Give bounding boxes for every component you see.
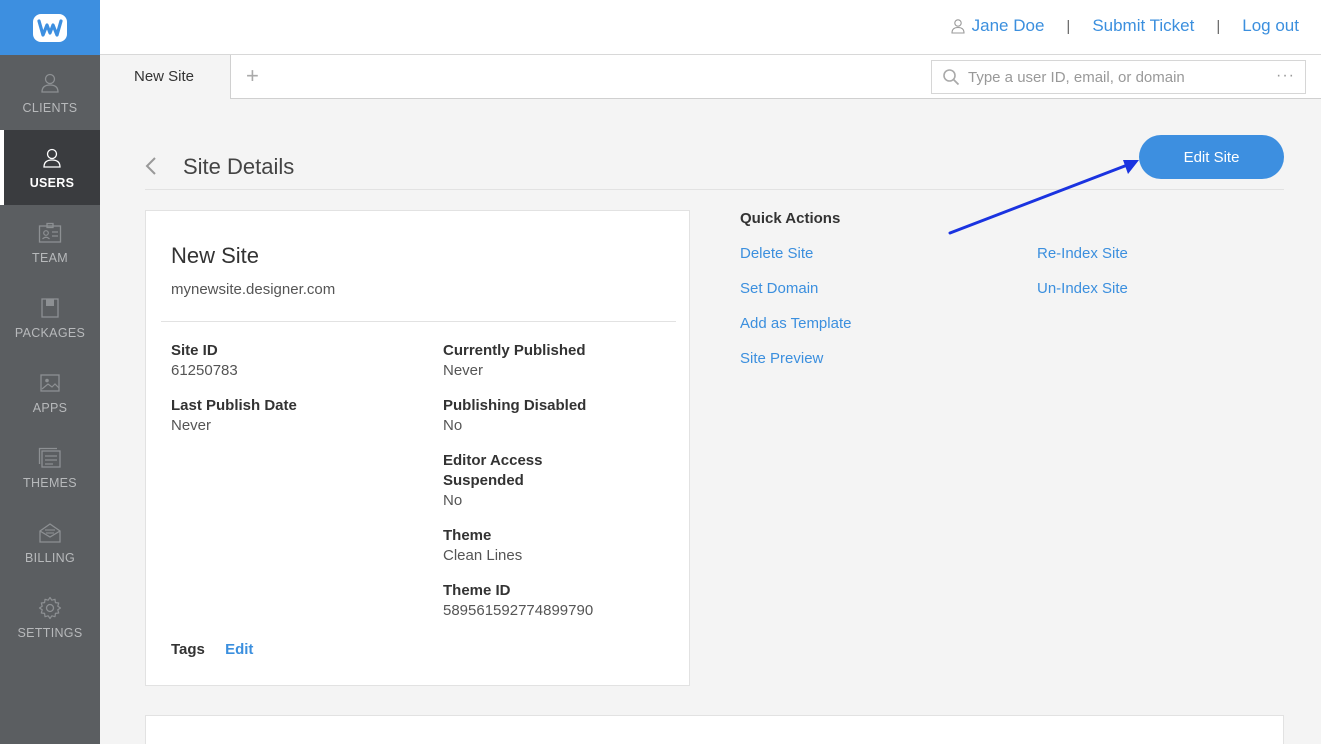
site-card: New Site mynewsite.designer.com Site ID … [145,210,690,686]
last-publish-field: Last Publish Date Never [171,396,391,436]
field-value: No [443,417,463,434]
tags-row: Tags Edit [171,641,253,658]
field-label: Editor Access Suspended [443,452,543,489]
field-label: Last Publish Date [171,397,297,414]
publishing-disabled-field: Publishing Disabled No [443,396,663,436]
quick-actions-title: Quick Actions [740,210,841,227]
sidebar-item-label: BILLING [24,550,76,565]
delete-site-link[interactable]: Delete Site [740,245,813,262]
tags-label: Tags [171,641,205,658]
back-icon[interactable] [145,156,157,181]
unindex-site-link[interactable]: Un-Index Site [1037,280,1128,297]
sidebar-item-label: CLIENTS [22,100,78,115]
field-label: Publishing Disabled [443,397,587,414]
top-bar: Jane Doe | Submit Ticket | Log out [100,0,1321,55]
sidebar-item-themes[interactable]: THEMES [0,430,100,505]
field-value: Never [171,417,212,434]
submit-ticket-link[interactable]: Submit Ticket [1092,16,1194,36]
field-value: 61250783 [171,362,238,379]
themes-icon [38,446,62,470]
separator: | [1216,17,1221,35]
theme-field: Theme Clean Lines [443,526,663,566]
edit-site-button[interactable]: Edit Site [1139,135,1284,179]
site-domain: mynewsite.designer.com [171,281,336,298]
separator: | [1066,17,1071,35]
divider [161,321,676,322]
search-input[interactable] [968,68,1258,86]
sidebar-item-label: THEMES [23,475,77,490]
reindex-site-link[interactable]: Re-Index Site [1037,245,1128,262]
sidebar: CLIENTS USERS TEAM PACKAGES APPS THEMES [0,0,100,744]
sidebar-item-label: PACKAGES [14,325,86,340]
set-domain-link[interactable]: Set Domain [740,280,818,297]
field-label: Site ID [171,342,218,359]
weebly-logo-icon [33,13,67,42]
sidebar-item-packages[interactable]: PACKAGES [0,280,100,355]
sidebar-item-settings[interactable]: SETTINGS [0,580,100,655]
sidebar-item-apps[interactable]: APPS [0,355,100,430]
logout-link[interactable]: Log out [1242,16,1299,36]
person-icon [38,71,62,95]
theme-id-field: Theme ID 589561592774899790 [443,581,663,621]
annotation-arrow-icon [948,160,1139,235]
tab-bar: New Site + ··· [100,55,1321,99]
site-id-field: Site ID 61250783 [171,341,391,381]
field-value: No [443,492,463,509]
field-value: Never [443,362,484,379]
person-icon [40,146,64,170]
user-link[interactable]: Jane Doe [950,16,1045,36]
image-icon [38,371,62,395]
envelope-icon [38,521,62,545]
field-label: Theme [443,527,492,544]
field-label: Currently Published [443,342,586,359]
add-tab-button[interactable]: + [246,63,259,89]
id-card-icon [38,221,62,245]
tab-new-site[interactable]: New Site [100,55,231,99]
sidebar-item-team[interactable]: TEAM [0,205,100,280]
bottom-panel [145,715,1284,744]
site-preview-link[interactable]: Site Preview [740,350,823,367]
edit-tags-link[interactable]: Edit [225,641,253,658]
page-title: Site Details [183,154,295,179]
sidebar-item-label: TEAM [32,250,68,265]
package-icon [38,296,62,320]
sidebar-item-clients[interactable]: CLIENTS [0,55,100,130]
field-value: 589561592774899790 [443,602,594,619]
sidebar-item-label: USERS [29,175,75,190]
person-icon [951,19,965,34]
sidebar-item-label: SETTINGS [17,625,83,640]
editor-access-field: Editor Access Suspended No [443,451,563,511]
site-name: New Site [171,243,260,268]
field-value: Clean Lines [443,547,523,564]
add-as-template-link[interactable]: Add as Template [740,315,851,332]
search-icon [943,69,960,86]
user-name: Jane Doe [971,16,1045,35]
account-links: Jane Doe | Submit Ticket | Log out [950,16,1299,36]
field-label: Theme ID [443,582,511,599]
more-options-icon[interactable]: ··· [1276,67,1295,85]
sidebar-item-users[interactable]: USERS [0,130,100,205]
sidebar-item-billing[interactable]: BILLING [0,505,100,580]
currently-published-field: Currently Published Never [443,341,663,381]
gear-icon [38,596,62,620]
sidebar-item-label: APPS [32,400,68,415]
weebly-logo[interactable] [0,0,100,55]
search-box: ··· [931,60,1306,94]
